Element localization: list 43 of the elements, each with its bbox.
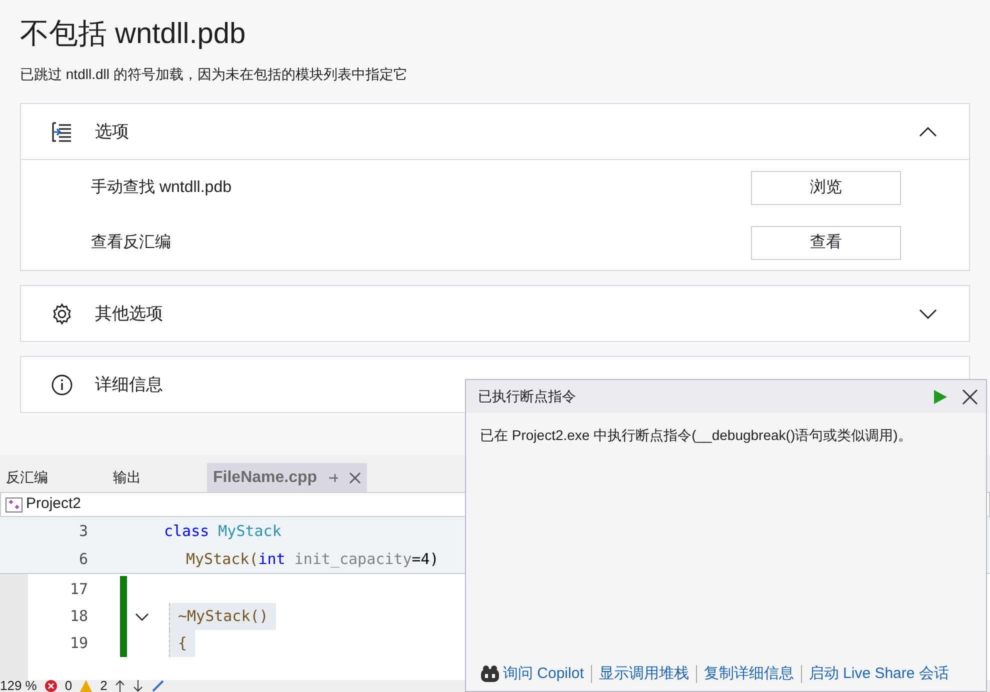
page-title: 不包括 wntdll.pdb [20, 17, 247, 52]
code-text: class MyStack [164, 520, 282, 542]
close-icon[interactable] [349, 472, 362, 484]
popup-link[interactable]: 询问 Copilot [500, 665, 591, 683]
fold-chevron-icon[interactable] [135, 612, 149, 620]
line-number: 19 [68, 633, 88, 654]
close-icon[interactable] [962, 388, 978, 404]
line-number: 3 [78, 520, 88, 542]
popup-title: 已执行断点指令 [478, 387, 577, 406]
editor-tab[interactable]: FileName.cpp [207, 463, 368, 492]
action-button[interactable]: 查看 [751, 226, 901, 260]
editor-tab[interactable]: 输出 [107, 463, 147, 492]
line-number: 17 [68, 579, 88, 600]
project-icon [5, 496, 23, 512]
code-text: ~MyStack() [169, 603, 276, 630]
section-title[interactable]: 其他选项 [95, 300, 163, 326]
page-subtitle: 已跳过 ntdll.dll 的符号加载，因为未在包括的模块列表中指定它 [20, 65, 408, 84]
code-text: { [169, 630, 196, 657]
popup-link[interactable]: 启动 Live Share 会话 [800, 665, 956, 683]
action-button[interactable]: 浏览 [751, 170, 901, 204]
down-arrow-icon[interactable] [133, 680, 144, 692]
line-number: 6 [78, 548, 88, 570]
chevron-down-icon[interactable] [919, 308, 937, 318]
popup-link[interactable]: 复制详细信息 [696, 665, 801, 683]
warning-count[interactable]: 2 [100, 680, 108, 692]
gear-icon [51, 302, 73, 324]
line-number: 18 [68, 606, 88, 628]
popup-link[interactable]: 显示调用堆栈 [590, 665, 696, 683]
info-icon [51, 374, 73, 396]
robot-icon[interactable] [480, 665, 500, 683]
code-text: MyStack(int init_capacity=4) [186, 548, 439, 570]
play-icon[interactable] [932, 388, 948, 404]
chevron-up-icon[interactable] [919, 126, 937, 136]
zoom-dropdown[interactable]: 129 % [0, 680, 37, 692]
up-arrow-icon[interactable] [115, 680, 126, 692]
option-label: 手动查找 wntdll.pdb [91, 178, 232, 198]
error-count[interactable]: 0 [64, 680, 72, 692]
section-title[interactable]: 选项 [95, 118, 129, 144]
option-label: 查看反汇编 [91, 232, 172, 252]
popup-message: 已在 Project2.exe 中执行断点指令(__debugbreak()语句或类似调用)。 [479, 426, 913, 445]
section-title[interactable]: 详细信息 [95, 372, 163, 398]
editor-tab[interactable]: 反汇编 [0, 463, 54, 492]
list-icon [51, 120, 73, 142]
